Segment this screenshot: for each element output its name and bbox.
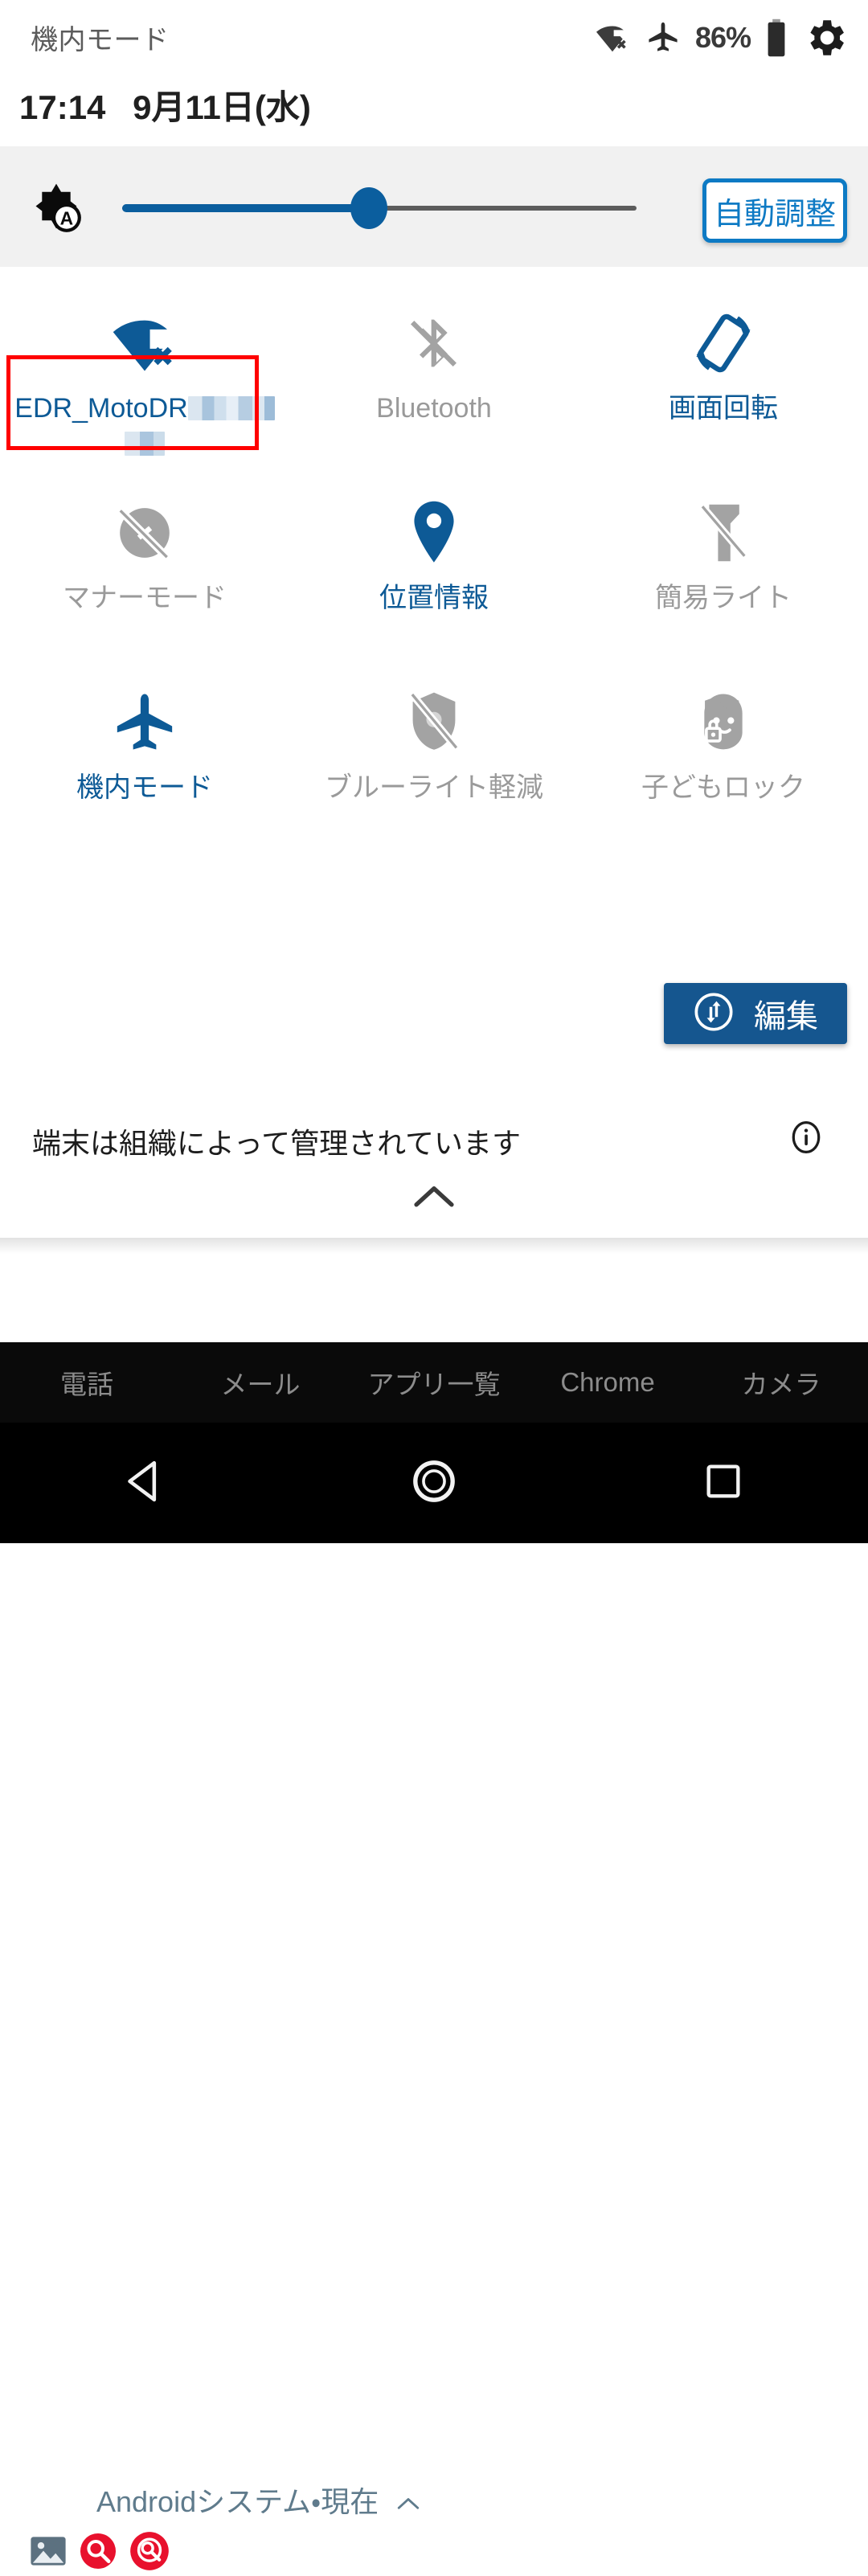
dock-item-phone[interactable]: 電話 [0, 1363, 174, 1402]
flashlight-off-icon [693, 468, 754, 580]
battery-icon [765, 18, 788, 57]
notification-shade: Androidシステム・現在 [0, 1244, 868, 2570]
circle-home-icon [411, 1458, 457, 1509]
status-bar: 機内モード 86% [0, 0, 868, 74]
brightness-slider-thumb[interactable] [350, 187, 388, 229]
brightness-panel: A 自動調整 [0, 146, 868, 267]
image-icon[interactable] [29, 2534, 68, 2572]
quick-settings-tiles: EDR_MotoDR Bluetooth 画面回転 マナーモード 位置情報 簡易… [0, 278, 868, 847]
clock-date: 9月11日(水) [133, 88, 311, 126]
shield-off-icon [402, 657, 466, 770]
tile-location[interactable]: 位置情報 [289, 468, 579, 657]
tile-location-label: 位置情報 [379, 583, 489, 613]
tile-silent-mode[interactable]: マナーモード [0, 468, 289, 657]
swap-vert-icon [693, 991, 735, 1037]
search-red-icon[interactable] [79, 2532, 117, 2574]
tile-flashlight[interactable]: 簡易ライト [579, 468, 868, 657]
clock-time: 17:14 [19, 88, 106, 126]
nav-back-button[interactable] [96, 1435, 193, 1531]
bell-off-icon [110, 468, 179, 580]
notification-title[interactable]: Androidシステム・現在 [96, 2479, 420, 2521]
location-pin-icon [406, 468, 462, 580]
svg-text:A: A [60, 208, 73, 229]
wifi-off-icon [594, 22, 631, 54]
square-recents-icon [703, 1461, 743, 1505]
info-icon[interactable] [788, 1119, 825, 1160]
tile-row-3: 機内モード ブルーライト軽減 子どもロック [0, 657, 868, 847]
collapse-panel-chevron[interactable] [0, 1183, 868, 1214]
battery-percent-label: 86% [694, 21, 751, 54]
status-bar-icons: 86% [594, 14, 849, 61]
auto-brightness-label: 自動調整 [713, 197, 836, 231]
notification-title-label: Androidシステム・現在 [96, 2485, 379, 2518]
tile-child-lock[interactable]: 子どもロック [579, 657, 868, 847]
gear-icon[interactable] [802, 14, 849, 61]
auto-brightness-icon: A [27, 178, 85, 236]
tile-bluetooth[interactable]: Bluetooth [289, 278, 579, 468]
dock-bar: 電話 メール アプリ一覧 Chrome カメラ [0, 1342, 868, 1423]
chevron-up-icon[interactable] [396, 2485, 420, 2518]
tile-auto-rotate-label: 画面回転 [669, 393, 778, 424]
bluetooth-off-icon [402, 278, 466, 391]
management-message: 端末は組織によって管理されています [32, 1127, 522, 1160]
tile-bluetooth-label: Bluetooth [376, 393, 492, 424]
wifi-tile-highlight-box [6, 355, 259, 450]
brightness-slider[interactable] [122, 187, 637, 229]
tile-blue-light-filter[interactable]: ブルーライト軽減 [289, 657, 579, 847]
edit-button[interactable]: 編集 [664, 983, 847, 1044]
dock-item-mail[interactable]: メール [174, 1363, 347, 1402]
tile-flashlight-label: 簡易ライト [655, 583, 792, 613]
tile-airplane-mode[interactable]: 機内モード [0, 657, 289, 847]
tile-airplane-mode-label: 機内モード [76, 772, 213, 803]
tile-row-1: EDR_MotoDR Bluetooth 画面回転 [0, 278, 868, 468]
tile-wifi[interactable]: EDR_MotoDR [0, 278, 289, 468]
tile-blue-light-filter-label: ブルーライト軽減 [325, 772, 543, 803]
navigation-bar [0, 1423, 868, 1543]
dock-item-camera[interactable]: カメラ [694, 1363, 868, 1402]
tile-child-lock-label: 子どもロック [641, 772, 805, 803]
status-bar-left-label: 機内モード [31, 25, 170, 55]
edit-button-label: 編集 [754, 999, 818, 1034]
nav-recents-button[interactable] [675, 1435, 772, 1531]
search-red-alt-icon[interactable] [129, 2530, 170, 2576]
auto-brightness-button[interactable]: 自動調整 [702, 178, 847, 243]
brightness-slider-fill [122, 204, 370, 212]
child-lock-icon [691, 657, 755, 770]
dock-item-chrome[interactable]: Chrome [521, 1367, 694, 1398]
screen-rotation-icon [689, 278, 758, 391]
tile-auto-rotate[interactable]: 画面回転 [579, 278, 868, 468]
tile-row-2: マナーモード 位置情報 簡易ライト [0, 468, 868, 657]
notification-app-icons [29, 2530, 170, 2576]
airplane-icon [645, 20, 681, 55]
clock-row[interactable]: 17:14 9月11日(水) [19, 80, 311, 129]
tile-silent-mode-label: マナーモード [63, 583, 227, 613]
dock-item-apps[interactable]: アプリ一覧 [347, 1363, 521, 1402]
nav-home-button[interactable] [386, 1435, 482, 1531]
airplane-icon [112, 657, 178, 770]
triangle-back-icon [124, 1459, 166, 1508]
